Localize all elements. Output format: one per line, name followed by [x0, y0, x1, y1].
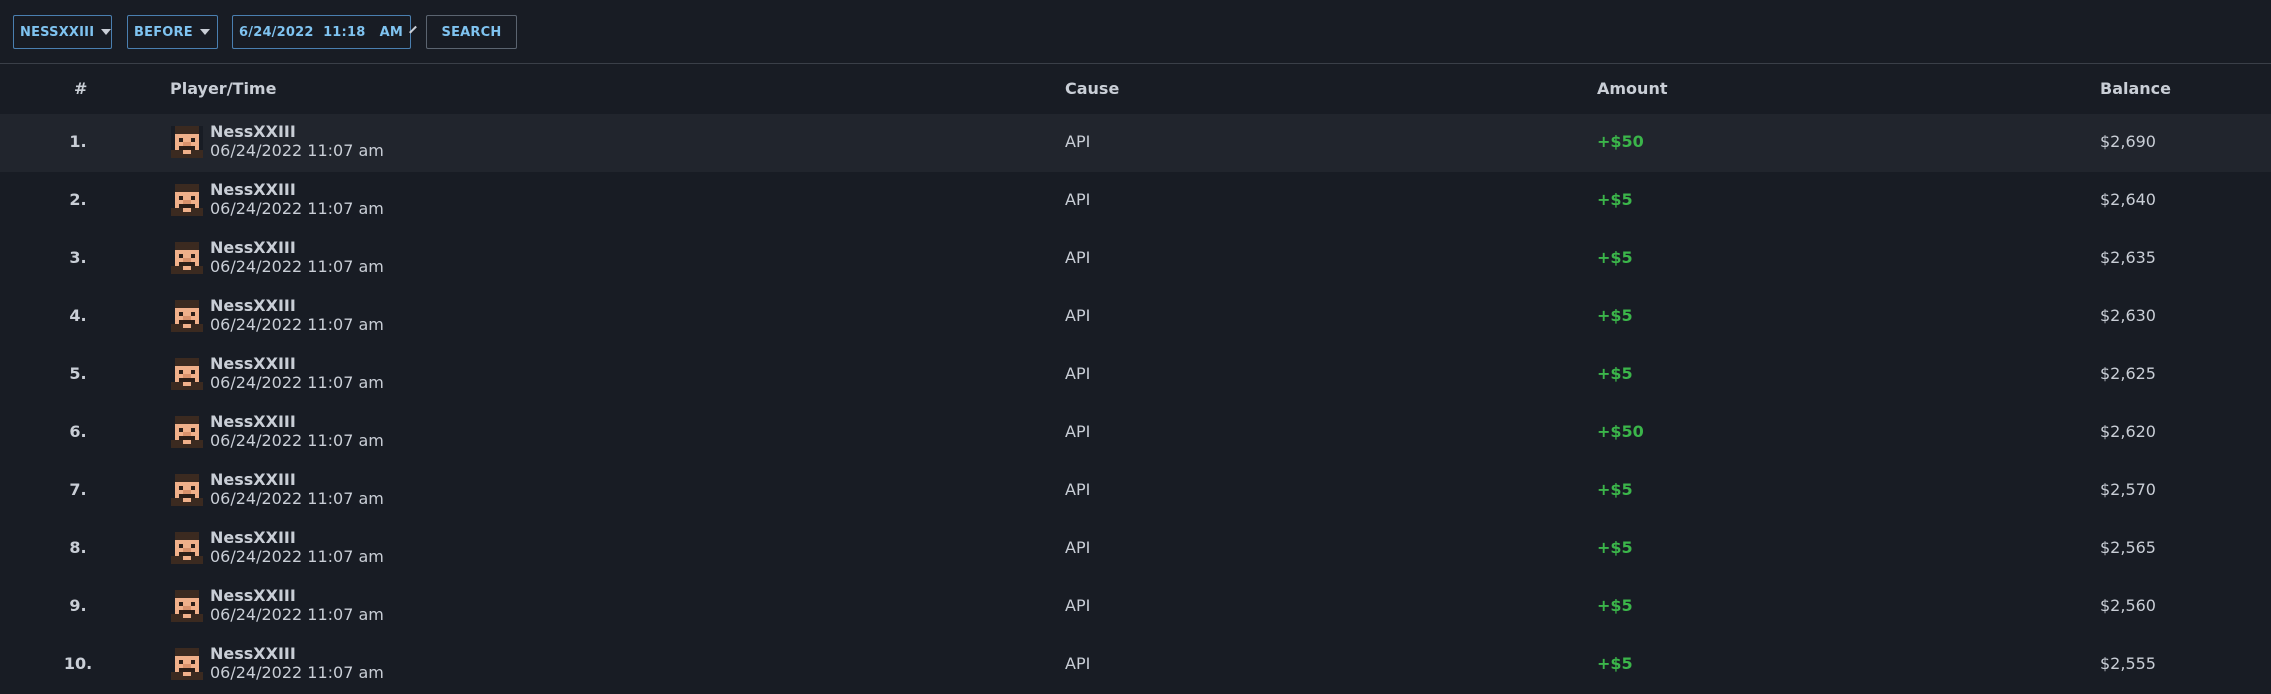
- row-number: 7.: [69, 480, 87, 499]
- balance-value: $2,635: [2100, 248, 2156, 267]
- balance-value: $2,620: [2100, 422, 2156, 441]
- transaction-time: 06/24/2022 11:07 am: [210, 257, 384, 276]
- row-number: 2.: [69, 190, 87, 209]
- amount-value: +$5: [1597, 538, 1633, 557]
- player-name[interactable]: NessXXIII: [210, 180, 296, 199]
- row-number: 3.: [69, 248, 87, 267]
- balance-value: $2,570: [2100, 480, 2156, 499]
- transaction-time: 06/24/2022 11:07 am: [210, 547, 384, 566]
- cause-value: API: [1065, 190, 1091, 209]
- mode-dropdown[interactable]: BEFORE: [127, 15, 218, 49]
- player-name[interactable]: NessXXIII: [210, 296, 296, 315]
- caret-down-icon: [101, 29, 112, 35]
- amount-value: +$5: [1597, 480, 1633, 499]
- player-name[interactable]: NessXXIII: [210, 354, 296, 373]
- cause-value: API: [1065, 538, 1091, 557]
- player-skin-avatar-icon: [171, 300, 203, 332]
- transaction-time: 06/24/2022 11:07 am: [210, 431, 384, 450]
- row-number: 8.: [69, 538, 87, 557]
- transaction-time: 06/24/2022 11:07 am: [210, 605, 384, 624]
- table-row[interactable]: 5. NessXXIII 06/24/2022 11:07 am API +$5…: [0, 346, 2271, 404]
- mode-dropdown-label: BEFORE: [134, 24, 193, 40]
- player-dropdown[interactable]: NESSXXIII: [13, 15, 112, 49]
- cause-value: API: [1065, 422, 1091, 441]
- table-row[interactable]: 3. NessXXIII 06/24/2022 11:07 am API +$5…: [0, 230, 2271, 288]
- header-player-time: Player/Time: [170, 79, 277, 98]
- player-name[interactable]: NessXXIII: [210, 528, 296, 547]
- datetime-picker[interactable]: 6/24/2022 11:18 AM: [232, 15, 417, 49]
- player-skin-avatar-icon: [171, 242, 203, 274]
- transaction-time: 06/24/2022 11:07 am: [210, 489, 384, 508]
- balance-value: $2,630: [2100, 306, 2156, 325]
- header-amount: Amount: [1597, 79, 1668, 98]
- balance-value: $2,565: [2100, 538, 2156, 557]
- player-name[interactable]: NessXXIII: [210, 412, 296, 431]
- amount-value: +$5: [1597, 248, 1633, 267]
- transaction-table-body: 1. NessXXIII 06/24/2022 11:07 am API +$5…: [0, 114, 2271, 694]
- search-button[interactable]: SEARCH: [426, 15, 517, 49]
- balance-value: $2,560: [2100, 596, 2156, 615]
- player-skin-avatar-icon: [171, 474, 203, 506]
- row-number: 10.: [63, 654, 93, 673]
- transaction-time: 06/24/2022 11:07 am: [210, 315, 384, 334]
- balance-value: $2,555: [2100, 654, 2156, 673]
- table-row[interactable]: 7. NessXXIII 06/24/2022 11:07 am API +$5…: [0, 462, 2271, 520]
- table-row[interactable]: 8. NessXXIII 06/24/2022 11:07 am API +$5…: [0, 520, 2271, 578]
- caret-down-icon: [199, 29, 210, 35]
- amount-value: +$5: [1597, 306, 1633, 325]
- player-name[interactable]: NessXXIII: [210, 238, 296, 257]
- balance-value: $2,640: [2100, 190, 2156, 209]
- player-skin-avatar-icon: [171, 648, 203, 680]
- amount-value: +$50: [1597, 422, 1644, 441]
- transaction-time: 06/24/2022 11:07 am: [210, 141, 384, 160]
- datetime-value: 6/24/2022 11:18 AM: [239, 24, 404, 40]
- filter-toolbar: NESSXXIII BEFORE 6/24/2022 11:18 AM SEAR…: [0, 0, 2271, 64]
- chevron-down-icon: [409, 25, 417, 34]
- player-skin-avatar-icon: [171, 532, 203, 564]
- header-balance: Balance: [2100, 79, 2171, 98]
- table-row[interactable]: 10. NessXXIII 06/24/2022 11:07 am API +$…: [0, 636, 2271, 694]
- player-name[interactable]: NessXXIII: [210, 586, 296, 605]
- transaction-time: 06/24/2022 11:07 am: [210, 199, 384, 218]
- balance-value: $2,625: [2100, 364, 2156, 383]
- table-row[interactable]: 1. NessXXIII 06/24/2022 11:07 am API +$5…: [0, 114, 2271, 172]
- balance-value: $2,690: [2100, 132, 2156, 151]
- transaction-time: 06/24/2022 11:07 am: [210, 373, 384, 392]
- transaction-time: 06/24/2022 11:07 am: [210, 663, 384, 682]
- table-row[interactable]: 4. NessXXIII 06/24/2022 11:07 am API +$5…: [0, 288, 2271, 346]
- row-number: 1.: [69, 132, 87, 151]
- player-dropdown-label: NESSXXIII: [20, 24, 95, 40]
- amount-value: +$5: [1597, 654, 1633, 673]
- player-name[interactable]: NessXXIII: [210, 122, 296, 141]
- row-number: 5.: [69, 364, 87, 383]
- amount-value: +$5: [1597, 596, 1633, 615]
- header-cause: Cause: [1065, 79, 1120, 98]
- amount-value: +$5: [1597, 190, 1633, 209]
- table-header: # Player/Time Cause Amount Balance: [0, 65, 2271, 113]
- header-num: #: [74, 79, 88, 98]
- cause-value: API: [1065, 654, 1091, 673]
- cause-value: API: [1065, 364, 1091, 383]
- player-name[interactable]: NessXXIII: [210, 644, 296, 663]
- row-number: 6.: [69, 422, 87, 441]
- player-name[interactable]: NessXXIII: [210, 470, 296, 489]
- player-skin-avatar-icon: [171, 590, 203, 622]
- cause-value: API: [1065, 480, 1091, 499]
- cause-value: API: [1065, 132, 1091, 151]
- amount-value: +$5: [1597, 364, 1633, 383]
- player-skin-avatar-icon: [171, 416, 203, 448]
- row-number: 9.: [69, 596, 87, 615]
- cause-value: API: [1065, 596, 1091, 615]
- table-row[interactable]: 2. NessXXIII 06/24/2022 11:07 am API +$5…: [0, 172, 2271, 230]
- player-skin-avatar-icon: [171, 358, 203, 390]
- cause-value: API: [1065, 248, 1091, 267]
- amount-value: +$50: [1597, 132, 1644, 151]
- row-number: 4.: [69, 306, 87, 325]
- player-skin-avatar-icon: [171, 126, 203, 158]
- player-skin-avatar-icon: [171, 184, 203, 216]
- table-row[interactable]: 9. NessXXIII 06/24/2022 11:07 am API +$5…: [0, 578, 2271, 636]
- table-row[interactable]: 6. NessXXIII 06/24/2022 11:07 am API +$5…: [0, 404, 2271, 462]
- cause-value: API: [1065, 306, 1091, 325]
